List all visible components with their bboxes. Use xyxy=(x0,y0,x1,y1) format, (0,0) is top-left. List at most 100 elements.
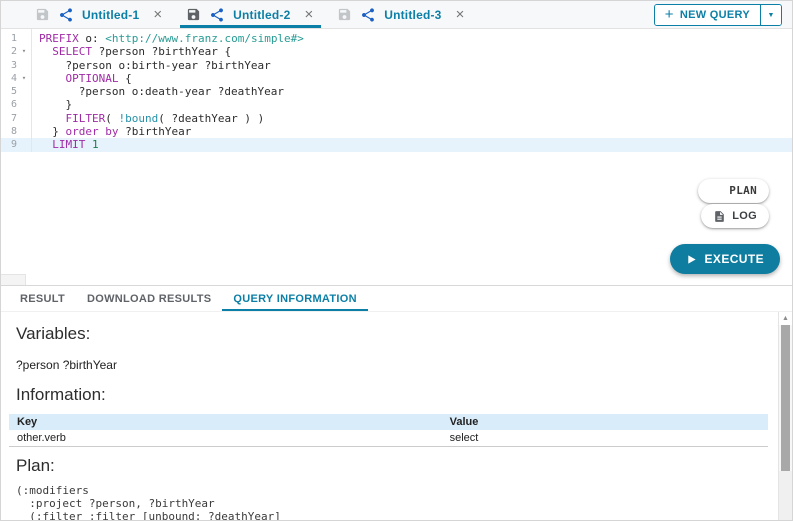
share-icon xyxy=(360,7,376,23)
code-line-1[interactable]: 1PREFIX o: <http://www.franz.com/simple#… xyxy=(1,32,792,45)
play-icon xyxy=(686,254,697,265)
variables-heading: Variables: xyxy=(16,324,768,344)
code-token-pl: ?birthYear xyxy=(118,125,191,138)
code-token-kw: PREFIX xyxy=(39,32,79,45)
query-tab-untitled-2[interactable]: Untitled-2× xyxy=(180,1,321,28)
tab-download-results[interactable]: DOWNLOAD RESULTS xyxy=(76,286,222,311)
query-information-content: Variables: ?person ?birthYear Informatio… xyxy=(1,312,792,520)
line-number: 3 xyxy=(1,59,17,72)
results-tabbar: RESULTDOWNLOAD RESULTSQUERY INFORMATION xyxy=(1,286,792,312)
share-icon xyxy=(209,7,225,23)
code-token-pl: ?person o:death-year ?deathYear xyxy=(39,85,284,98)
code-token-pl: { xyxy=(118,72,131,85)
table-row: other.verbselect xyxy=(9,430,768,447)
execute-button[interactable]: EXECUTE xyxy=(670,244,780,274)
code-line-7[interactable]: 7 FILTER( !bound( ?deathYear ) ) xyxy=(1,112,792,125)
code-token-num: 1 xyxy=(92,138,99,151)
query-tab-untitled-3[interactable]: Untitled-3 × xyxy=(331,1,472,28)
sparql-query-editor-window: Untitled-1×Untitled-2×Untitled-3× + NEW … xyxy=(0,0,793,521)
line-number: 5 xyxy=(1,85,17,98)
caret-down-icon: ▼ xyxy=(768,12,775,19)
code-line-6[interactable]: 6 } xyxy=(1,98,792,111)
line-number: 4 xyxy=(1,72,17,85)
fold-gutter-space xyxy=(17,32,31,45)
variables-value: ?person ?birthYear xyxy=(16,358,768,372)
query-tabbar: Untitled-1×Untitled-2×Untitled-3× + NEW … xyxy=(1,1,792,29)
code-token-kw: LIMIT xyxy=(52,138,85,151)
new-query-button[interactable]: + NEW QUERY xyxy=(655,5,760,25)
fold-gutter-space xyxy=(17,59,31,72)
scrollbar-track[interactable] xyxy=(779,471,792,520)
scrollbar-thumb[interactable] xyxy=(781,325,790,471)
code-line-2[interactable]: 2▾ SELECT ?person ?birthYear { xyxy=(1,45,792,58)
code-token-pl xyxy=(39,112,66,125)
code-line-4[interactable]: 4▾ OPTIONAL { xyxy=(1,72,792,85)
code-text: OPTIONAL { xyxy=(31,72,132,85)
log-button-label: LOG xyxy=(732,210,757,222)
code-token-kw: order by xyxy=(66,125,119,138)
tab-result[interactable]: RESULT xyxy=(9,286,76,311)
code-token-pl xyxy=(85,138,92,151)
fold-gutter-space xyxy=(17,112,31,125)
tab-query-information[interactable]: QUERY INFORMATION xyxy=(222,286,367,311)
code-token-pl: ?person o:birth-year ?birthYear xyxy=(39,59,271,72)
code-editor[interactable]: 1 PREFIX o: <http://www.franz.com/simple#… xyxy=(1,29,792,285)
code-text: ?person o:birth-year ?birthYear xyxy=(31,59,271,72)
query-tabs: Untitled-1×Untitled-2×Untitled-3× xyxy=(1,1,482,28)
code-token-pl xyxy=(39,72,66,85)
gutter-divider xyxy=(31,29,32,152)
code-line-3[interactable]: 3 ?person o:birth-year ?birthYear xyxy=(1,59,792,72)
line-number: 7 xyxy=(1,112,17,125)
code-token-pl: ( xyxy=(105,112,118,125)
save-icon[interactable] xyxy=(186,7,201,22)
code-line-5[interactable]: 5 ?person o:death-year ?deathYear xyxy=(1,85,792,98)
query-tab-label: Untitled-1 xyxy=(82,8,139,22)
table-header-key: Key xyxy=(9,414,442,430)
fold-arrow-icon[interactable]: ▾ xyxy=(17,45,31,58)
code-token-url: <http://www.franz.com/simple#> xyxy=(105,32,304,45)
plan-button[interactable]: PLAN xyxy=(698,179,769,203)
share-icon xyxy=(58,7,74,23)
code-token-pl: o: xyxy=(79,32,106,45)
close-tab-icon[interactable]: × xyxy=(151,7,164,22)
table-cell-value: select xyxy=(442,430,768,447)
log-button[interactable]: LOG xyxy=(701,204,769,228)
query-information-panel: Variables: ?person ?birthYear Informatio… xyxy=(1,312,792,520)
query-tab-label: Untitled-3 xyxy=(384,8,441,22)
close-tab-icon[interactable]: × xyxy=(302,7,315,22)
information-heading: Information: xyxy=(16,385,768,405)
fold-arrow-icon[interactable]: ▾ xyxy=(17,72,31,85)
code-text: PREFIX o: <http://www.franz.com/simple#> xyxy=(31,32,304,45)
fold-gutter-space xyxy=(17,98,31,111)
save-icon[interactable] xyxy=(337,7,352,22)
new-query-label: NEW QUERY xyxy=(680,9,750,21)
fold-gutter-space xyxy=(17,138,31,151)
code-token-pl xyxy=(39,45,52,58)
fold-gutter-space xyxy=(17,85,31,98)
code-text: ?person o:death-year ?deathYear xyxy=(31,85,284,98)
new-query-split-button: + NEW QUERY ▼ xyxy=(654,4,782,26)
query-tab-untitled-1[interactable]: Untitled-1 × xyxy=(29,1,170,28)
table-header-row: Key Value xyxy=(9,414,768,430)
plan-text: (:modifiers :project ?person, ?birthYear… xyxy=(16,484,768,520)
code-token-pl xyxy=(39,138,52,151)
code-token-kw: OPTIONAL xyxy=(66,72,119,85)
code-text: SELECT ?person ?birthYear { xyxy=(31,45,231,58)
execute-button-label: EXECUTE xyxy=(705,252,764,266)
line-number: 8 xyxy=(1,125,17,138)
code-text: FILTER( !bound( ?deathYear ) ) xyxy=(31,112,264,125)
code-line-9[interactable]: 9 LIMIT 1 xyxy=(1,138,792,151)
scroll-up-arrow-icon[interactable]: ▲ xyxy=(779,312,792,325)
code-token-kw: SELECT xyxy=(52,45,92,58)
table-cell-key: other.verb xyxy=(9,430,442,447)
log-document-icon xyxy=(713,210,726,223)
plan-grid-icon xyxy=(710,185,723,198)
vertical-scrollbar[interactable]: ▲ xyxy=(778,312,792,520)
code-token-pl: } xyxy=(39,98,72,111)
code-token-pl: ( ?deathYear ) ) xyxy=(158,112,264,125)
close-tab-icon[interactable]: × xyxy=(454,7,467,22)
fold-gutter-space xyxy=(17,125,31,138)
code-line-8[interactable]: 8 } order by ?birthYear xyxy=(1,125,792,138)
new-query-dropdown-button[interactable]: ▼ xyxy=(760,5,781,25)
save-icon[interactable] xyxy=(35,7,50,22)
